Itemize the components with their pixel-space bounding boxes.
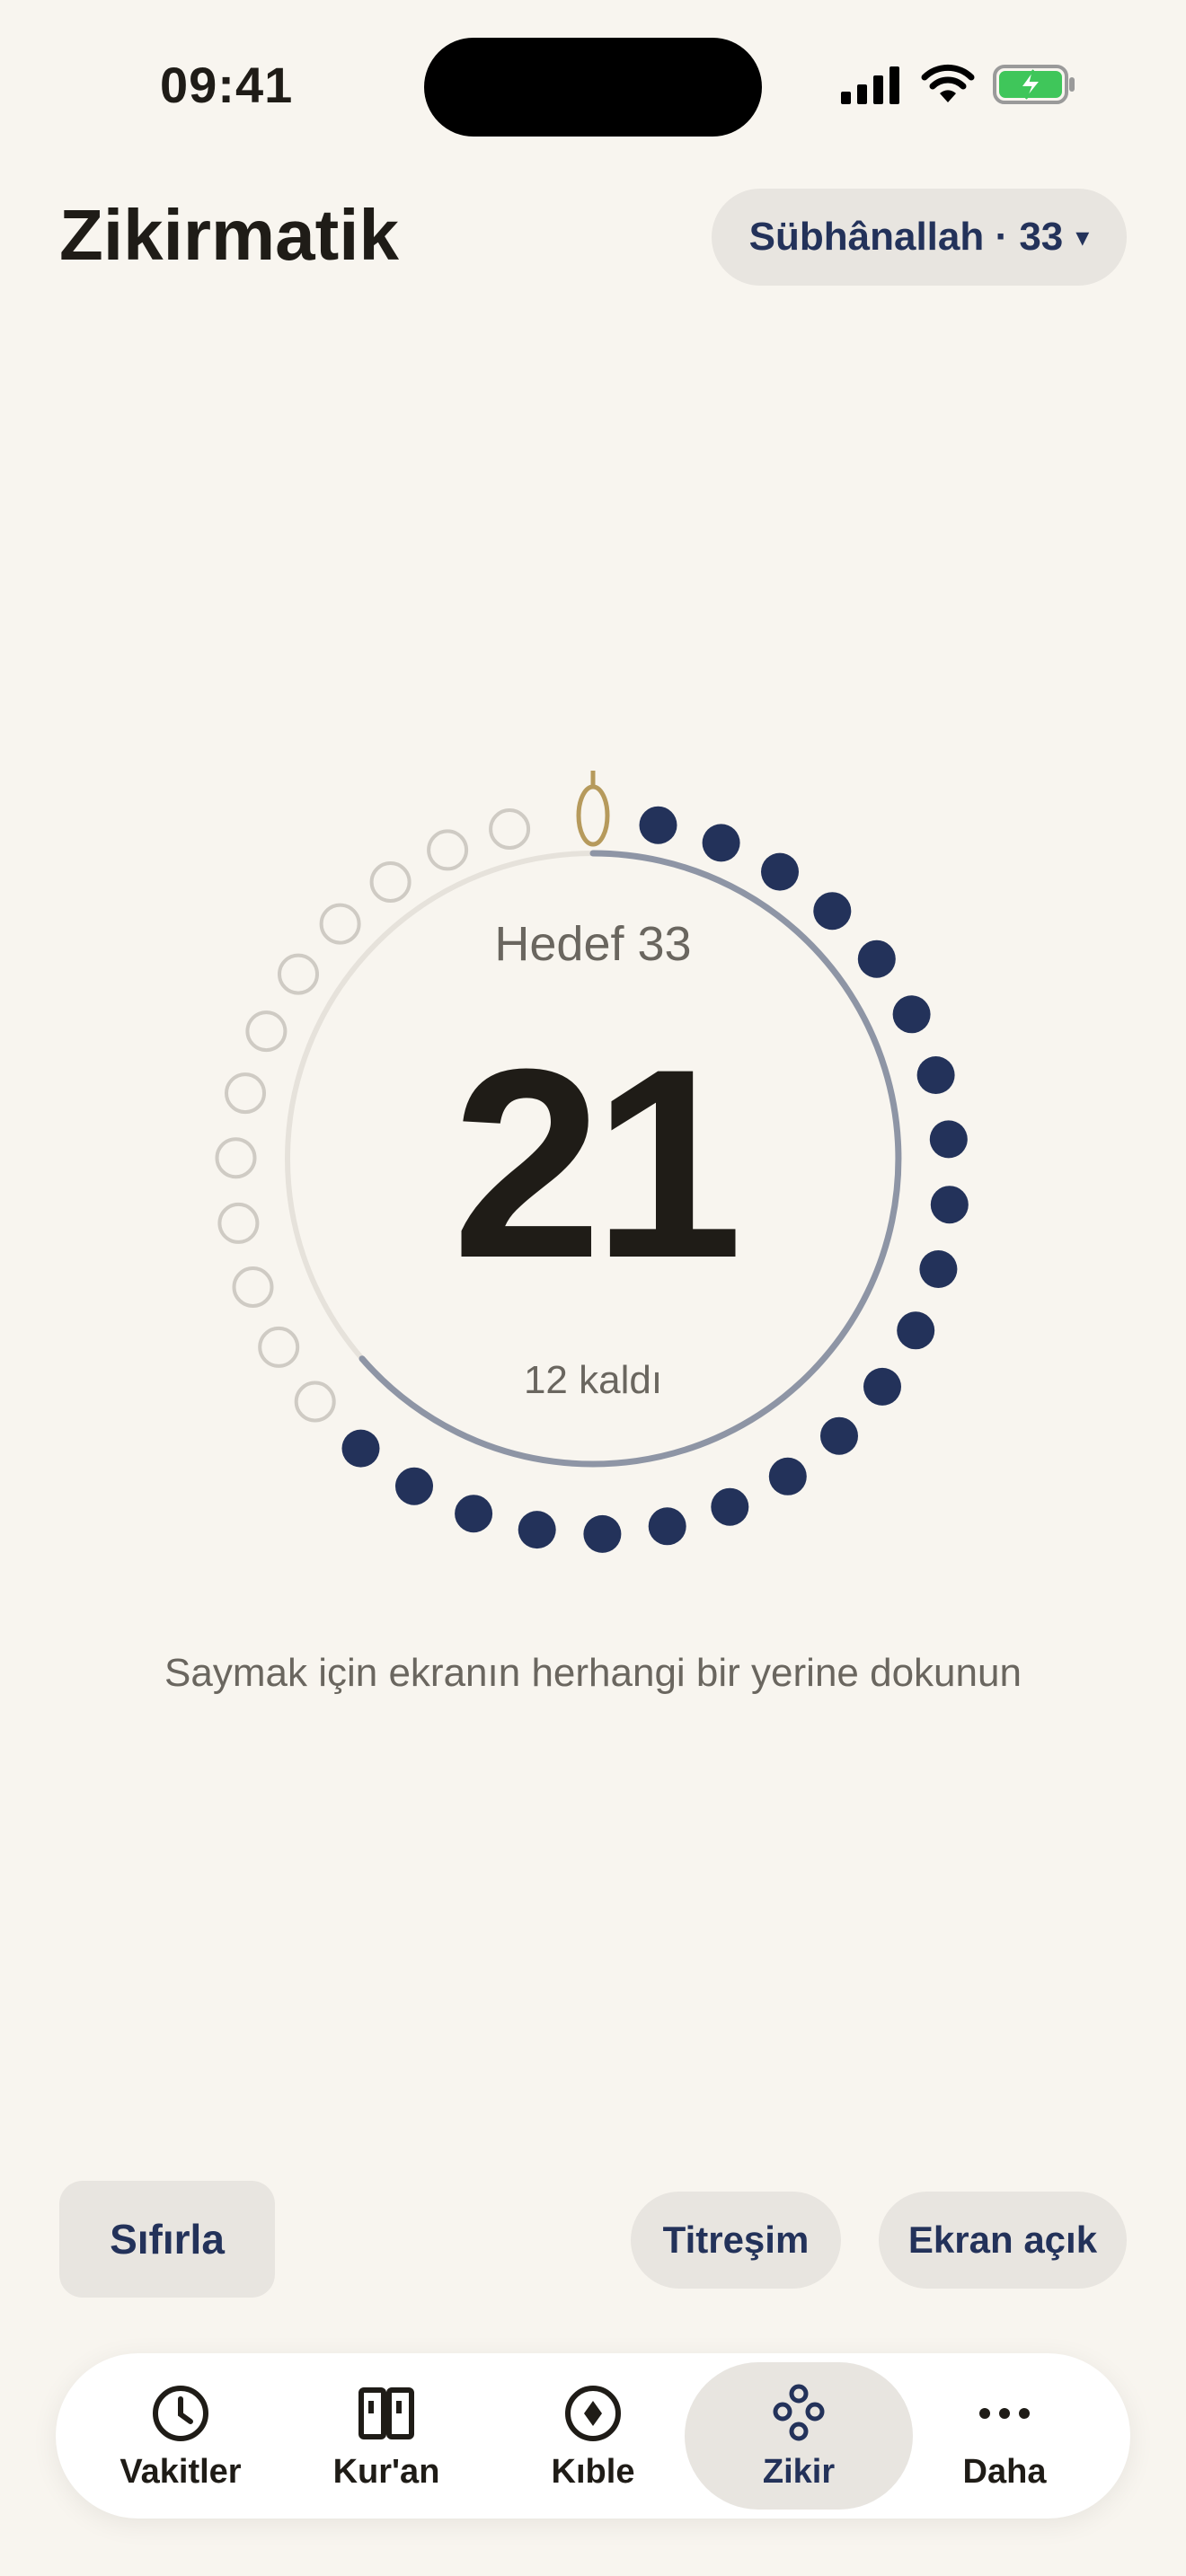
- dynamic-island: [424, 38, 762, 137]
- bead-empty: [232, 1266, 274, 1308]
- bead-filled: [919, 1250, 958, 1288]
- bead-filled: [341, 1429, 380, 1468]
- tab-zikir[interactable]: Zikir: [685, 2362, 913, 2510]
- bead-empty: [225, 1072, 266, 1115]
- bead-filled: [897, 1311, 935, 1350]
- bead-filled: [929, 1120, 968, 1159]
- page-title: Zikirmatik: [59, 195, 399, 275]
- tab-kible[interactable]: Kıble: [490, 2362, 696, 2510]
- wifi-icon: [921, 64, 975, 102]
- bead-empty: [319, 903, 361, 945]
- bead-empty: [217, 1202, 260, 1244]
- bead-filled: [768, 1457, 807, 1495]
- bead-empty: [369, 861, 412, 903]
- bead-empty: [294, 1381, 336, 1423]
- tab-label: Zikir: [762, 2452, 836, 2491]
- screen-on-toggle[interactable]: Ekran açık: [879, 2192, 1127, 2289]
- tab-daha[interactable]: Daha: [901, 2362, 1108, 2510]
- bead-filled: [455, 1495, 493, 1533]
- bead-filled: [813, 892, 852, 931]
- cellular-signal-icon: [841, 66, 899, 104]
- bead-empty: [258, 1326, 300, 1368]
- remaining-label: 12 kaldı: [523, 1358, 663, 1402]
- bead-filled: [702, 824, 740, 862]
- dhikr-selector-button[interactable]: Sübhânallah · 33 ▾: [712, 189, 1127, 286]
- bead-filled: [892, 995, 931, 1034]
- bead-filled: [761, 852, 799, 891]
- book-icon: [358, 2386, 414, 2439]
- tab-vakitler[interactable]: Vakitler: [77, 2362, 284, 2510]
- count-value: 21: [452, 1012, 743, 1314]
- more-icon: [979, 2407, 1030, 2419]
- battery-charging-icon: [993, 65, 1075, 104]
- goal-label: Hedef 33: [494, 917, 692, 971]
- bead-filled: [648, 1507, 686, 1546]
- tab-label: Kur'an: [332, 2452, 440, 2491]
- bead-filled: [930, 1186, 969, 1224]
- bead-filled: [583, 1514, 622, 1553]
- compass-icon: [565, 2385, 621, 2441]
- bead-filled: [863, 1367, 901, 1406]
- dhikr-selector-label: Sübhânallah · 33: [748, 215, 1064, 259]
- tab-label: Daha: [962, 2452, 1047, 2491]
- beads-icon: [773, 2384, 825, 2440]
- bead-empty: [245, 1010, 288, 1053]
- tab-kuran[interactable]: Kur'an: [283, 2362, 490, 2510]
- clock-icon: [153, 2385, 208, 2441]
- bead-empty: [215, 1137, 257, 1179]
- tab-label: Vakitler: [119, 2452, 242, 2491]
- bead-filled: [857, 940, 896, 978]
- chevron-down-icon: ▾: [1075, 222, 1090, 252]
- reset-button[interactable]: Sıfırla: [59, 2181, 275, 2298]
- bead-filled: [916, 1056, 955, 1094]
- bead-empty: [278, 953, 319, 995]
- bead-filled: [820, 1416, 858, 1455]
- bead-filled: [711, 1487, 749, 1526]
- bead-empty: [489, 808, 531, 850]
- bead-filled: [518, 1511, 556, 1549]
- bead-empty: [427, 829, 469, 871]
- tap-hint: Saymak için ekranın herhangi bir yerine …: [164, 1651, 1022, 1695]
- bead-filled: [395, 1467, 433, 1505]
- imam-bead: [576, 771, 610, 847]
- vibration-toggle[interactable]: Titreşim: [631, 2192, 841, 2289]
- tab-label: Kıble: [551, 2452, 635, 2491]
- bead-filled: [639, 806, 677, 844]
- status-time: 09:41: [160, 57, 294, 113]
